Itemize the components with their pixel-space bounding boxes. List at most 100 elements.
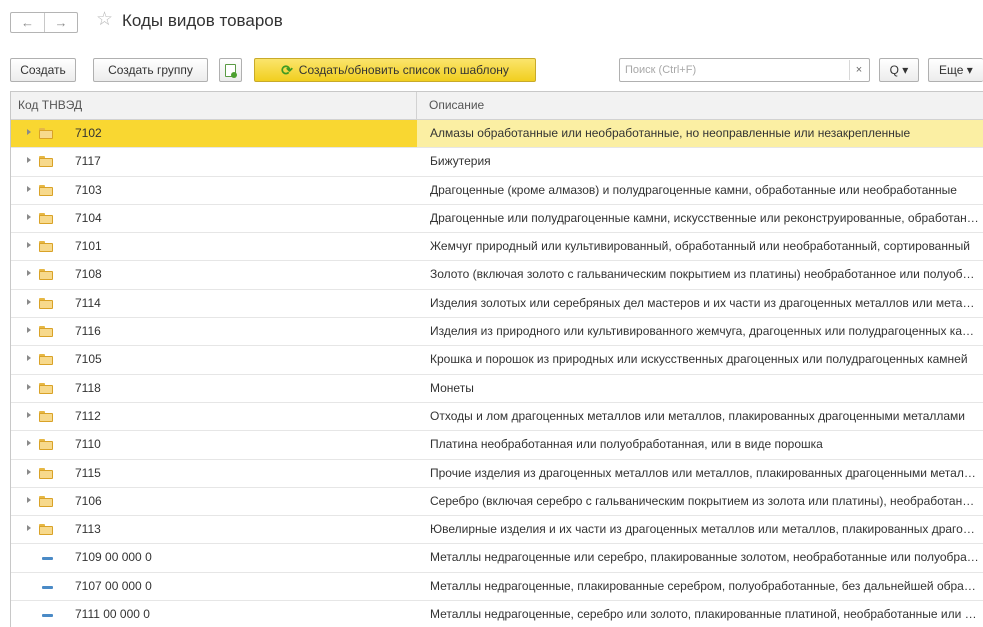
description-value: Металлы недрагоценные или серебро, плаки… — [430, 550, 980, 565]
expand-arrow-icon[interactable] — [27, 496, 31, 503]
code-value: 7118 — [75, 380, 101, 395]
document-icon[interactable] — [219, 58, 242, 82]
code-cell: 7113 — [11, 516, 417, 543]
folder-icon — [39, 524, 53, 536]
column-header-description[interactable]: Описание — [417, 92, 983, 120]
table-row[interactable]: 7105 Крошка и порошок из природных или ис… — [11, 346, 983, 375]
clear-search-icon[interactable]: × — [849, 60, 868, 80]
expand-arrow-icon[interactable] — [27, 213, 31, 220]
create-button[interactable]: Создать — [10, 58, 76, 82]
toolbar: Создать Создать группу ⟳ Создать/обновит… — [0, 58, 983, 84]
table-row[interactable]: 7103 Драгоценные (кроме алмазов) и полудр… — [11, 177, 983, 205]
expand-arrow-icon[interactable] — [27, 440, 31, 447]
expand-arrow-icon[interactable] — [27, 468, 31, 475]
navigation-buttons: ← → — [10, 12, 78, 33]
code-cell: 7118 — [11, 375, 417, 402]
code-value: 7109 00 000 0 — [75, 550, 152, 565]
table-row[interactable]: 7110 Платина необработанная или полуобраб… — [11, 431, 983, 460]
description-value: Ювелирные изделия и их части из драгоцен… — [430, 522, 980, 537]
table-row[interactable]: 7106 Серебро (включая серебро с гальванич… — [11, 488, 983, 517]
table-row[interactable]: 7114 Изделия золотых или серебряных дел м… — [11, 290, 983, 319]
code-cell: 7107 00 000 0 — [11, 573, 417, 600]
expand-arrow-icon[interactable] — [27, 129, 31, 135]
description-value: Отходы и лом драгоценных металлов или ме… — [430, 408, 966, 423]
code-value: 7104 — [75, 210, 102, 225]
description-value: Серебро (включая серебро с гальванически… — [430, 493, 980, 508]
description-value: Металлы недрагоценные, серебро или золот… — [430, 607, 980, 622]
item-icon — [42, 557, 53, 561]
expand-arrow-icon[interactable] — [27, 242, 31, 249]
folder-icon — [39, 156, 53, 168]
table-row[interactable]: 7102 Алмазы обработанные или необработанн… — [11, 120, 983, 149]
item-icon — [42, 585, 53, 589]
expand-arrow-icon[interactable] — [27, 327, 31, 334]
table-row[interactable]: 7113 Ювелирные изделия и их части из драг… — [11, 516, 983, 545]
code-cell: 7106 — [11, 488, 417, 515]
table-row[interactable]: 7104 Драгоценные или полудрагоценные камн… — [11, 205, 983, 234]
description-value: Изделия из природного или культивированн… — [430, 324, 980, 339]
folder-icon — [39, 297, 53, 309]
table-row[interactable]: 7107 00 000 0 Металлы недрагоценные, плак… — [11, 573, 983, 602]
code-cell: 7109 00 000 0 — [11, 544, 417, 571]
code-value: 7116 — [75, 324, 101, 339]
star-outline-icon[interactable]: ☆ — [96, 9, 113, 31]
description-value: Алмазы обработанные или необработанные, … — [430, 126, 911, 140]
template-update-label: Создать/обновить список по шаблону — [298, 63, 509, 77]
table-row[interactable]: 7101 Жемчуг природный или культивированны… — [11, 233, 983, 262]
table-row[interactable]: 7111 00 000 0 Металлы недрагоценные, сере… — [11, 601, 983, 627]
code-cell: 7104 — [11, 205, 417, 232]
folder-icon — [39, 184, 53, 196]
code-cell: 7116 — [11, 318, 417, 345]
code-value: 7107 00 000 0 — [75, 578, 152, 593]
table-row[interactable]: 7116 Изделия из природного или культивиро… — [11, 318, 983, 347]
search-button[interactable]: Q ▾ — [879, 58, 919, 82]
description-value: Платина необработанная или полуобработан… — [430, 437, 823, 452]
template-update-button[interactable]: ⟳ Создать/обновить список по шаблону — [254, 58, 536, 82]
code-value: 7101 — [75, 239, 102, 254]
more-button[interactable]: Еще ▾ — [928, 58, 983, 82]
code-value: 7114 — [75, 295, 101, 310]
column-header-code[interactable]: Код ТНВЭД — [11, 92, 417, 120]
table-row[interactable]: 7118 Монеты — [11, 375, 983, 403]
description-value: Металлы недрагоценные, плакированные сер… — [430, 578, 980, 593]
expand-arrow-icon[interactable] — [27, 525, 31, 532]
code-value: 7113 — [75, 522, 101, 537]
table-row[interactable]: 7112 Отходы и лом драгоценных металлов ил… — [11, 403, 983, 432]
folder-icon — [39, 354, 53, 366]
arrow-left-icon[interactable]: ← — [11, 13, 44, 32]
search-box: × — [619, 58, 870, 82]
code-cell: 7114 — [11, 290, 417, 317]
expand-arrow-icon[interactable] — [27, 383, 31, 390]
code-value: 7102 — [75, 126, 102, 140]
code-value: 7106 — [75, 493, 102, 508]
folder-icon — [39, 241, 53, 253]
search-input[interactable] — [620, 59, 845, 81]
code-value: 7103 — [75, 182, 102, 197]
folder-icon — [39, 410, 53, 422]
create-group-button[interactable]: Создать группу — [93, 58, 208, 82]
folder-icon — [39, 326, 53, 338]
table-body: 7102 Алмазы обработанные или необработанн… — [11, 120, 983, 627]
page-title: Коды видов товаров — [122, 11, 283, 30]
table-row[interactable]: 7109 00 000 0 Металлы недрагоценные или с… — [11, 544, 983, 573]
expand-arrow-icon[interactable] — [27, 411, 31, 418]
expand-arrow-icon[interactable] — [27, 298, 31, 305]
expand-arrow-icon[interactable] — [27, 270, 31, 277]
table-row[interactable]: 7115 Прочие изделия из драгоценных металл… — [11, 460, 983, 488]
folder-icon — [39, 495, 53, 507]
description-value: Драгоценные или полудрагоценные камни, и… — [430, 210, 980, 225]
code-value: 7115 — [75, 465, 101, 480]
table-row[interactable]: 7117 Бижутерия — [11, 148, 983, 177]
code-value: 7111 00 000 0 — [75, 607, 150, 622]
table-header: Код ТНВЭД Описание — [11, 92, 983, 120]
code-value: 7105 — [75, 352, 102, 367]
arrow-right-icon[interactable]: → — [44, 13, 77, 32]
description-value: Бижутерия — [430, 154, 491, 169]
title-bar: ← → ☆ Коды видов товаров — [0, 0, 983, 46]
table-row[interactable]: 7108 Золото (включая золото с гальваничес… — [11, 261, 983, 290]
code-value: 7117 — [75, 154, 101, 169]
folder-icon — [39, 128, 53, 139]
expand-arrow-icon[interactable] — [27, 157, 31, 164]
expand-arrow-icon[interactable] — [27, 185, 31, 192]
expand-arrow-icon[interactable] — [27, 355, 31, 362]
